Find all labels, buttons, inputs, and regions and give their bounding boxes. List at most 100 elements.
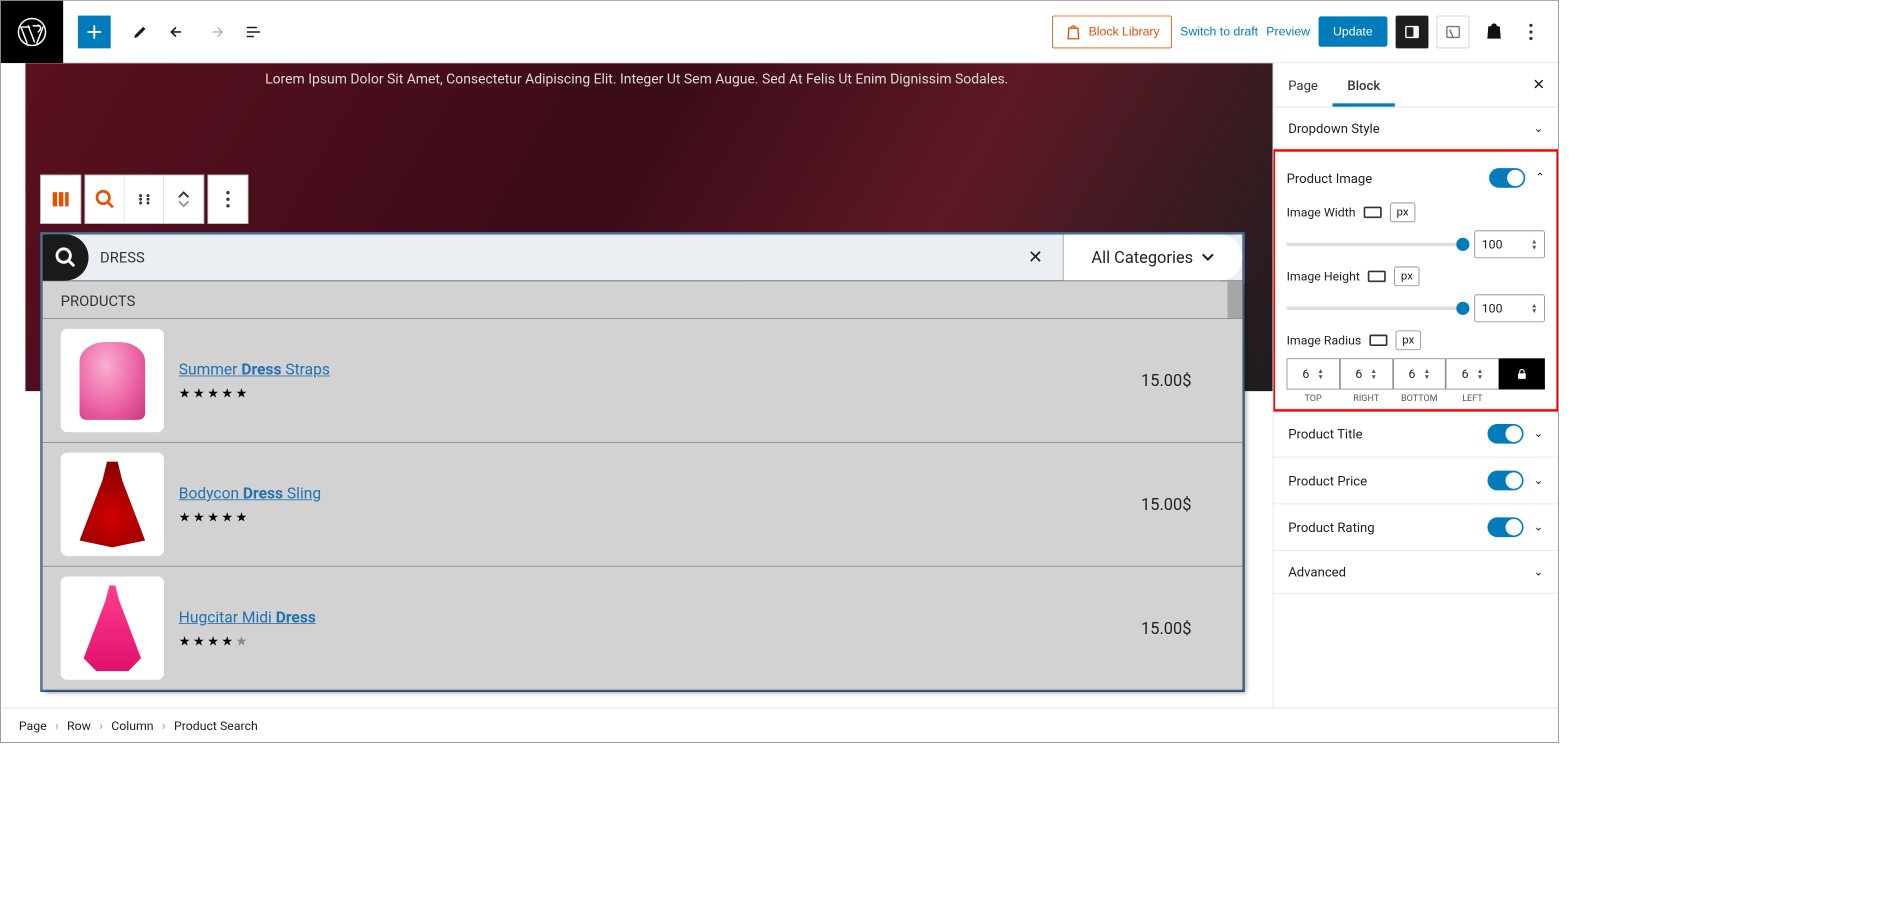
- result-info: Hugcitar Midi Dress ★★★★★: [179, 608, 1141, 649]
- product-title-link[interactable]: Summer Dress Straps: [179, 360, 330, 379]
- update-button[interactable]: Update: [1318, 16, 1387, 46]
- product-price-toggle[interactable]: [1488, 471, 1524, 491]
- shopping-bag-icon: [1064, 23, 1082, 41]
- product-thumb: [61, 453, 164, 556]
- undo-icon[interactable]: [162, 15, 195, 48]
- section-product-price[interactable]: Product Price ⌄: [1273, 458, 1558, 505]
- result-row[interactable]: Bodycon Dress Sling ★★★★★ 15.00$: [43, 442, 1243, 566]
- radius-lock-icon[interactable]: [1499, 358, 1545, 389]
- wordpress-logo[interactable]: [1, 0, 63, 62]
- chevron-down-icon[interactable]: [178, 200, 189, 208]
- section-label: Advanced: [1288, 564, 1346, 580]
- image-width-slider[interactable]: [1287, 243, 1463, 246]
- section-product-image: Product Image ⌃ Image Width px: [1273, 150, 1558, 411]
- rating-stars: ★★★★★: [179, 385, 1141, 401]
- move-up-down[interactable]: [164, 175, 203, 223]
- block-more-options-icon[interactable]: [208, 175, 247, 223]
- block-toolbar: [40, 175, 252, 224]
- chevron-up-icon[interactable]: [178, 190, 189, 198]
- breadcrumb-item[interactable]: Column: [111, 718, 153, 733]
- image-width-control: Image Width px 100▲▼: [1283, 194, 1548, 258]
- result-row[interactable]: Summer Dress Straps ★★★★★ 15.00$: [43, 318, 1243, 442]
- category-label: All Categories: [1091, 248, 1193, 268]
- unit-selector[interactable]: px: [1394, 267, 1419, 287]
- clear-search-icon[interactable]: ✕: [1020, 247, 1052, 268]
- radius-right-input[interactable]: 6▲▼: [1340, 358, 1393, 389]
- radius-bottom-input[interactable]: 6▲▼: [1393, 358, 1446, 389]
- rating-stars: ★★★★★: [179, 509, 1141, 525]
- section-label: Product Rating: [1288, 519, 1374, 535]
- search-submit-icon[interactable]: [43, 235, 89, 281]
- breadcrumb-item[interactable]: Page: [19, 718, 47, 733]
- category-dropdown[interactable]: All Categories: [1063, 235, 1243, 281]
- product-thumb: [61, 576, 164, 679]
- product-price: 15.00$: [1141, 494, 1224, 514]
- result-info: Bodycon Dress Sling ★★★★★: [179, 484, 1141, 525]
- topbar-right-tools: Block Library Switch to draft Preview Up…: [1052, 15, 1558, 48]
- document-outline-icon[interactable]: [237, 15, 270, 48]
- breadcrumb-separator: ›: [99, 718, 103, 734]
- search-results-panel: PRODUCTS Summer Dress Straps ★★★★★ 15.00…: [42, 281, 1243, 690]
- desktop-icon[interactable]: [1364, 207, 1382, 218]
- result-row[interactable]: Hugcitar Midi Dress ★★★★★ 15.00$: [43, 566, 1243, 690]
- result-info: Summer Dress Straps ★★★★★: [179, 360, 1141, 401]
- desktop-icon[interactable]: [1369, 335, 1387, 346]
- drag-handle-icon[interactable]: [125, 175, 164, 223]
- breadcrumb-item[interactable]: Row: [67, 718, 91, 733]
- block-library-label: Block Library: [1089, 25, 1160, 39]
- product-image-toggle[interactable]: [1489, 168, 1525, 188]
- section-product-rating[interactable]: Product Rating ⌄: [1273, 504, 1558, 551]
- chevron-down-icon: ⌄: [1534, 565, 1544, 578]
- product-price: 15.00$: [1141, 618, 1224, 638]
- tab-page[interactable]: Page: [1273, 63, 1332, 106]
- section-advanced[interactable]: Advanced ⌄: [1273, 551, 1558, 594]
- label: Image Radius: [1287, 333, 1362, 348]
- section-label: Product Price: [1288, 473, 1367, 489]
- product-title-link[interactable]: Hugcitar Midi Dress: [179, 608, 316, 627]
- redo-icon[interactable]: [199, 15, 232, 48]
- image-height-input[interactable]: 100▲▼: [1474, 294, 1545, 322]
- preview-button[interactable]: Preview: [1266, 25, 1310, 39]
- breadcrumb-item[interactable]: Product Search: [174, 718, 258, 733]
- breadcrumb-separator: ›: [55, 718, 59, 734]
- chevron-down-icon: ⌄: [1534, 122, 1544, 135]
- radius-left-input[interactable]: 6▲▼: [1446, 358, 1499, 389]
- section-product-title[interactable]: Product Title ⌄: [1273, 411, 1558, 458]
- tab-block[interactable]: Block: [1333, 63, 1395, 106]
- search-input[interactable]: DRESS: [100, 249, 1020, 266]
- desktop-icon[interactable]: [1368, 271, 1386, 282]
- radius-bottom-label: BOTTOM: [1393, 393, 1446, 404]
- radius-right-label: RIGHT: [1340, 393, 1393, 404]
- product-rating-toggle[interactable]: [1488, 517, 1524, 537]
- wopb-icon[interactable]: [1478, 15, 1511, 48]
- switch-to-draft-button[interactable]: Switch to draft: [1180, 25, 1258, 39]
- parent-block-icon[interactable]: [41, 175, 80, 223]
- chevron-down-icon: ⌄: [1534, 521, 1544, 534]
- unit-selector[interactable]: px: [1390, 203, 1415, 223]
- block-library-button[interactable]: Block Library: [1052, 15, 1172, 48]
- radius-top-input[interactable]: 6▲▼: [1287, 358, 1340, 389]
- rating-stars: ★★★★★: [179, 633, 1141, 649]
- hero-subtitle: Lorem Ipsum Dolor Sit Amet, Consectetur …: [1, 63, 1273, 96]
- styles-toggle-icon[interactable]: [1437, 15, 1470, 48]
- search-bar: DRESS ✕ All Categories: [42, 234, 1243, 282]
- search-input-wrap[interactable]: DRESS ✕: [89, 235, 1063, 281]
- image-height-slider[interactable]: [1287, 307, 1463, 310]
- more-options-icon[interactable]: [1519, 15, 1544, 48]
- image-width-input[interactable]: 100▲▼: [1474, 230, 1545, 258]
- sidebar-tabs: Page Block ✕: [1273, 63, 1558, 107]
- image-radius-control: Image Radius px 6▲▼ 6▲▼ 6▲▼ 6▲▼: [1283, 322, 1548, 403]
- chevron-up-icon[interactable]: ⌃: [1535, 171, 1545, 184]
- section-label: Dropdown Style: [1288, 121, 1379, 137]
- add-block-button[interactable]: [78, 15, 111, 48]
- settings-sidebar-toggle[interactable]: [1396, 15, 1429, 48]
- editor-canvas[interactable]: Lorem Ipsum Dolor Sit Amet, Consectetur …: [1, 63, 1273, 708]
- product-title-toggle[interactable]: [1488, 424, 1524, 444]
- unit-selector[interactable]: px: [1396, 330, 1421, 350]
- block-search-icon[interactable]: [85, 175, 124, 223]
- product-title-link[interactable]: Bodycon Dress Sling: [179, 484, 321, 503]
- edit-mode-icon[interactable]: [124, 15, 157, 48]
- close-sidebar-icon[interactable]: ✕: [1519, 76, 1558, 93]
- section-dropdown-style[interactable]: Dropdown Style ⌄: [1273, 107, 1558, 150]
- editor-body: Lorem Ipsum Dolor Sit Amet, Consectetur …: [1, 63, 1558, 708]
